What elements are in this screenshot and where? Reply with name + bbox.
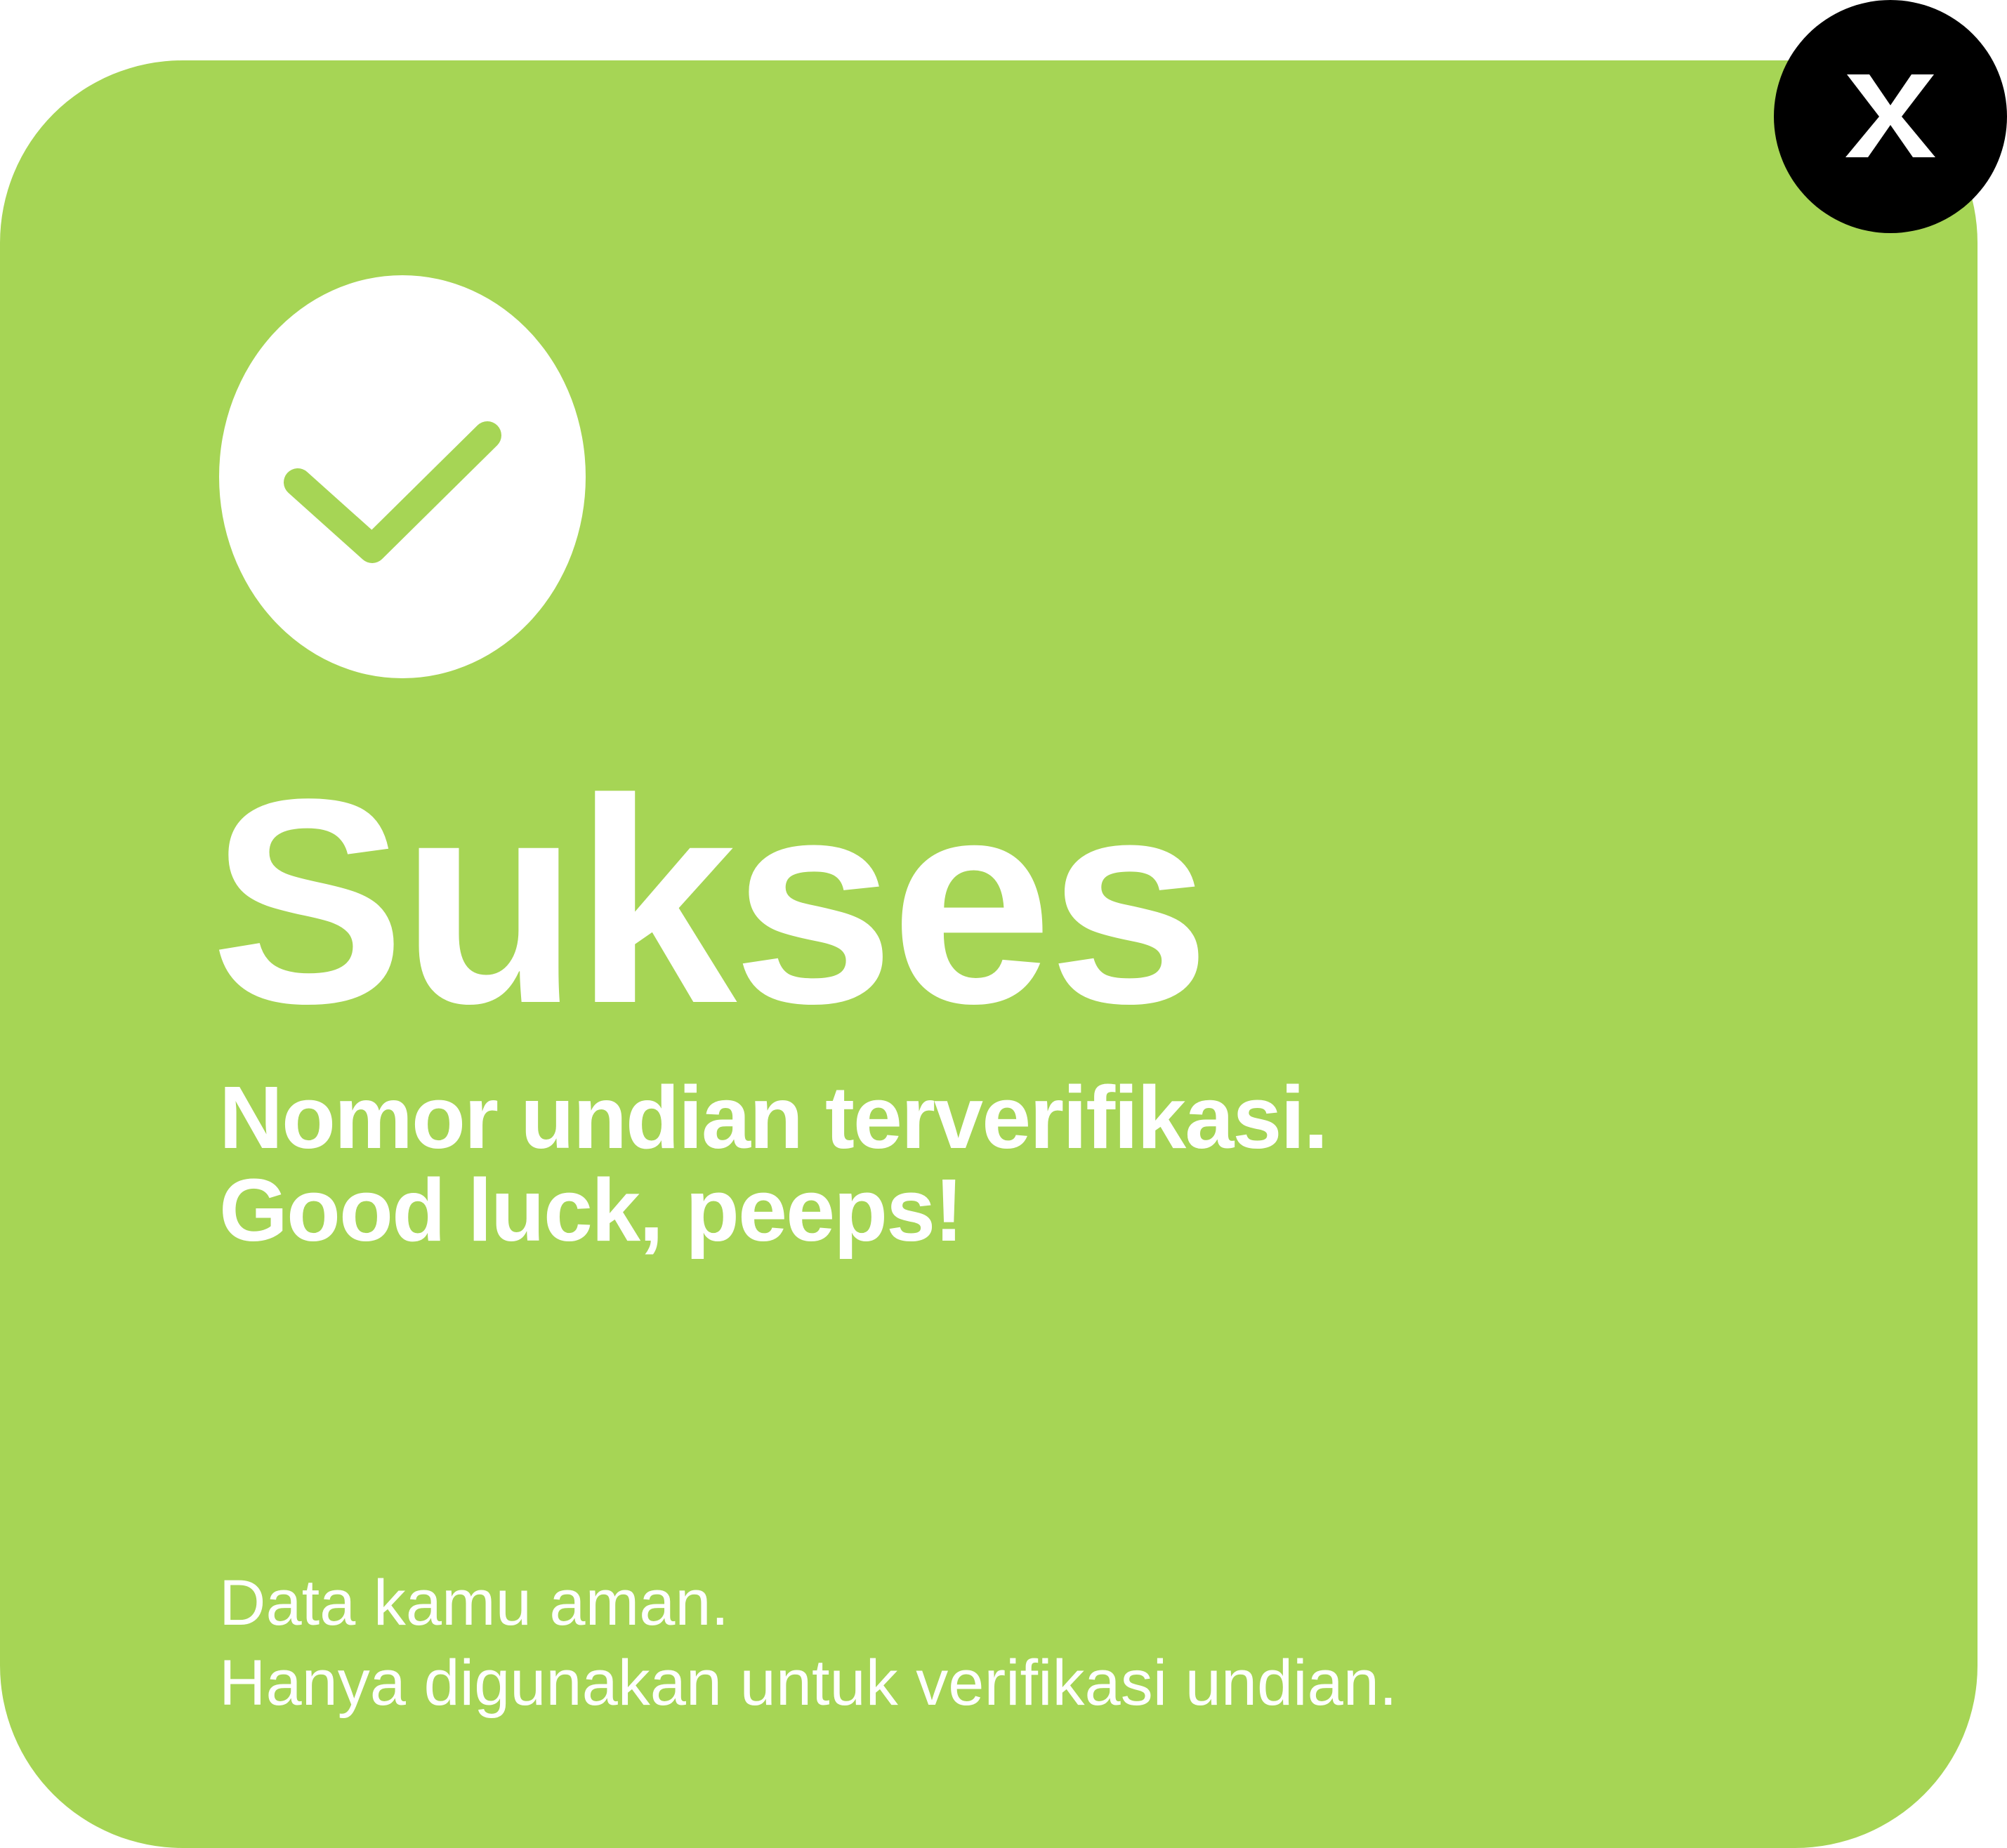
privacy-note: Data kamu aman. Hanya digunakan untuk ve…	[219, 1563, 1397, 1723]
dialog-title: Sukses	[211, 738, 1211, 1064]
privacy-note-line: Hanya digunakan untuk verifikasi undian.	[219, 1647, 1397, 1719]
close-button[interactable]	[1774, 0, 2007, 233]
success-dialog-stage: Sukses Nomor undian terverifikasi. Good …	[0, 0, 2007, 1848]
success-message-line: Nomor undian terverifikasi.	[219, 1068, 1328, 1167]
success-message: Nomor undian terverifikasi. Good luck, p…	[219, 1068, 1328, 1260]
check-circle-icon	[219, 275, 586, 678]
success-dialog-card: Sukses Nomor undian terverifikasi. Good …	[0, 60, 1978, 1848]
close-icon	[1845, 74, 1935, 157]
privacy-note-line: Data kamu aman.	[219, 1567, 730, 1639]
success-message-line: Good luck, peeps!	[219, 1161, 963, 1260]
